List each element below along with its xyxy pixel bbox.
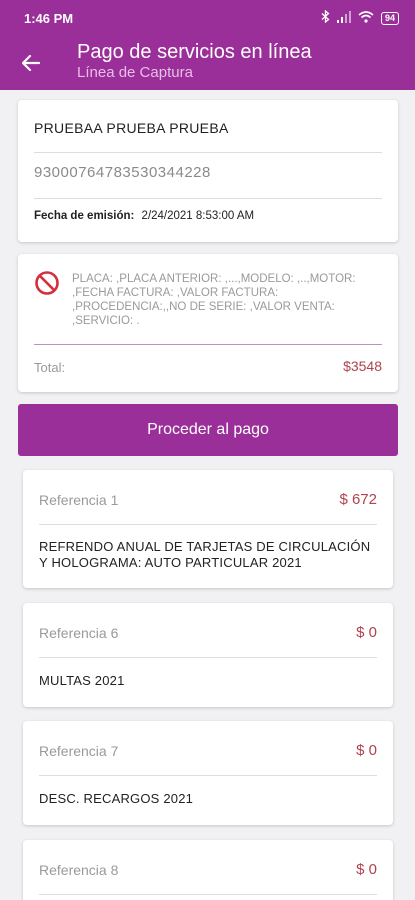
total-label: Total: bbox=[34, 360, 66, 375]
reference-label: Referencia 8 bbox=[39, 862, 119, 878]
emission-date-value: 2/24/2021 8:53:00 AM bbox=[141, 210, 255, 222]
reference-amount: $ 672 bbox=[339, 491, 377, 508]
arrow-left-icon bbox=[22, 55, 40, 71]
bluetooth-icon bbox=[321, 9, 330, 26]
reference-description: REFRENDO ANUAL DE TARJETAS DE CIRCULACIÓ… bbox=[39, 539, 371, 570]
reference-card[interactable]: Referencia 8 $ 0 bbox=[23, 840, 393, 900]
reference-description: DESC. RECARGOS 2021 bbox=[39, 791, 194, 806]
holder-name: PRUEBAA PRUEBA PRUEBA bbox=[34, 120, 229, 136]
reference-card[interactable]: Referencia 1 $ 672 REFRENDO ANUAL DE TAR… bbox=[23, 470, 393, 588]
proceed-to-payment-button[interactable]: Proceder al pago bbox=[18, 404, 398, 456]
page-title: Pago de servicios en línea bbox=[77, 41, 312, 63]
back-button[interactable] bbox=[16, 48, 46, 78]
divider bbox=[39, 657, 377, 658]
divider bbox=[34, 152, 382, 153]
divider bbox=[39, 775, 377, 776]
ban-icon bbox=[35, 271, 59, 295]
battery-icon: 94 bbox=[380, 11, 399, 25]
emission-date: Fecha de emisión: 2/24/2021 8:53:00 AM bbox=[34, 210, 254, 222]
reference-description: MULTAS 2021 bbox=[39, 673, 125, 688]
divider bbox=[39, 894, 377, 895]
reference-amount: $ 0 bbox=[356, 624, 377, 641]
vehicle-detail-card: PLACA: ,PLACA ANTERIOR: ,...,MODELO: ,..… bbox=[18, 254, 398, 392]
reference-label: Referencia 1 bbox=[39, 492, 119, 508]
page-subtitle: Línea de Captura bbox=[77, 64, 193, 81]
reference-card[interactable]: Referencia 7 $ 0 DESC. RECARGOS 2021 bbox=[23, 721, 393, 825]
status-bar: 1:46 PM 94 bbox=[0, 0, 415, 36]
app-bar: Pago de servicios en línea Línea de Capt… bbox=[0, 36, 415, 90]
emission-date-label: Fecha de emisión: bbox=[34, 210, 135, 222]
signal-icon bbox=[336, 10, 351, 26]
reference-label: Referencia 7 bbox=[39, 743, 119, 759]
reference-amount: $ 0 bbox=[356, 861, 377, 878]
vehicle-detail-text: PLACA: ,PLACA ANTERIOR: ,...,MODELO: ,..… bbox=[72, 273, 356, 327]
divider bbox=[34, 198, 382, 199]
reference-amount: $ 0 bbox=[356, 742, 377, 759]
holder-card: PRUEBAA PRUEBA PRUEBA 930007647835303442… bbox=[18, 100, 398, 242]
reference-label: Referencia 6 bbox=[39, 625, 119, 641]
total-amount: $3548 bbox=[343, 358, 382, 374]
divider bbox=[39, 524, 377, 525]
capture-line-number: 93000764783530344228 bbox=[34, 164, 211, 181]
status-icons: 94 bbox=[321, 9, 399, 26]
divider bbox=[34, 344, 382, 345]
reference-card[interactable]: Referencia 6 $ 0 MULTAS 2021 bbox=[23, 603, 393, 707]
status-time: 1:46 PM bbox=[24, 10, 74, 26]
wifi-icon bbox=[358, 10, 374, 26]
